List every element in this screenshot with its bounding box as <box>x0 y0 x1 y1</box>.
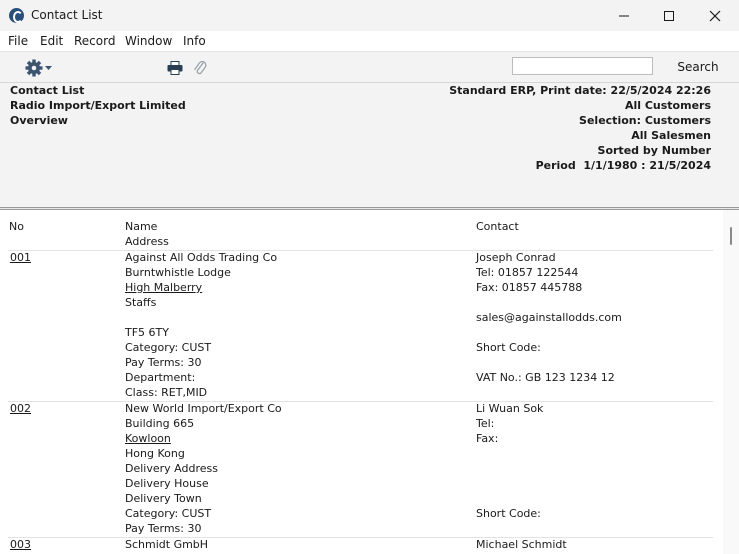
menu-file[interactable]: File <box>8 34 28 48</box>
vertical-scrollbar[interactable] <box>723 210 739 554</box>
scrollbar-thumb[interactable] <box>730 227 732 245</box>
window-title: Contact List <box>31 8 103 22</box>
customer-name: Schmidt GmbH <box>125 538 209 551</box>
menu-record[interactable]: Record <box>74 34 115 48</box>
column-header-no: No <box>9 220 24 233</box>
short-code: Short Code: <box>476 341 541 354</box>
email: sales@againstallodds.com <box>476 311 622 324</box>
minimize-icon <box>619 15 629 16</box>
printer-icon <box>167 61 183 75</box>
print-button[interactable] <box>167 61 183 78</box>
telephone: Tel: 01857 122544 <box>476 266 579 279</box>
app-icon <box>9 8 24 23</box>
maximize-button[interactable] <box>646 0 692 31</box>
title-bar: Contact List <box>0 0 739 31</box>
minimize-button[interactable] <box>601 0 647 31</box>
row-separator <box>8 537 713 538</box>
record-number-link[interactable]: 001 <box>10 251 31 264</box>
maximize-icon <box>664 10 674 21</box>
record-number-link[interactable]: 002 <box>10 402 31 415</box>
telephone: Tel: <box>476 417 495 430</box>
contact-name: Li Wuan Sok <box>476 402 544 415</box>
delivery-address: Delivery Address <box>125 462 218 475</box>
search-input[interactable] <box>512 57 653 75</box>
delivery-address: Delivery House <box>125 477 209 490</box>
report-mode: Overview <box>10 114 68 127</box>
address-line-link[interactable]: High Malberry <box>125 281 202 294</box>
paperclip-icon <box>194 60 207 75</box>
header-separator <box>8 250 713 251</box>
report-body: No Name Address Contact 001 Against All … <box>0 210 739 554</box>
fax: Fax: 01857 445788 <box>476 281 583 294</box>
address-line: Burntwhistle Lodge <box>125 266 231 279</box>
class: Class: RET,MID <box>125 386 208 399</box>
report-title: Contact List <box>10 84 85 97</box>
postcode: TF5 6TY <box>125 326 169 339</box>
column-header-address: Address <box>125 235 169 248</box>
department: Department: <box>125 371 196 384</box>
contact-name: Joseph Conrad <box>476 251 556 264</box>
address-line: Building 665 <box>125 417 195 430</box>
category: Category: CUST <box>125 507 212 520</box>
contact-name: Michael Schmidt <box>476 538 567 551</box>
address-line: Staffs <box>125 296 157 309</box>
short-code: Short Code: <box>476 507 541 520</box>
report-header: Contact List Radio Import/Export Limited… <box>0 83 739 207</box>
address-line: Hong Kong <box>125 447 185 460</box>
operations-menu-button[interactable] <box>25 58 55 78</box>
gear-icon <box>25 59 52 77</box>
menu-window[interactable]: Window <box>125 34 172 48</box>
chevron-down-icon <box>45 66 52 70</box>
vat-number: VAT No.: GB 123 1234 12 <box>476 371 615 384</box>
close-button[interactable] <box>692 0 738 31</box>
column-header-name: Name <box>125 220 158 233</box>
pay-terms: Pay Terms: 30 <box>125 522 202 535</box>
pay-terms: Pay Terms: 30 <box>125 356 202 369</box>
row-separator <box>8 401 713 402</box>
selection-info: Selection: Customers <box>579 114 711 127</box>
sort-info: Sorted by Number <box>597 144 711 157</box>
menu-bar: File Edit Record Window Info <box>0 31 739 51</box>
category: Category: CUST <box>125 341 212 354</box>
salesmen-filter: All Salesmen <box>631 129 711 142</box>
attach-button[interactable] <box>193 59 207 80</box>
toolbar: Search <box>0 51 739 83</box>
company-name: Radio Import/Export Limited <box>10 99 186 112</box>
menu-info[interactable]: Info <box>183 34 206 48</box>
fax: Fax: <box>476 432 499 445</box>
close-icon <box>709 10 721 21</box>
delivery-address: Delivery Town <box>125 492 202 505</box>
menu-edit[interactable]: Edit <box>40 34 63 48</box>
customer-name: Against All Odds Trading Co <box>125 251 278 264</box>
customer-filter: All Customers <box>624 99 711 112</box>
customer-name: New World Import/Export Co <box>125 402 282 415</box>
period-info: Period 1/1/1980 : 21/5/2024 <box>535 159 711 172</box>
record-number-link[interactable]: 003 <box>10 538 31 551</box>
address-line-link[interactable]: Kowloon <box>125 432 171 445</box>
column-header-contact: Contact <box>476 220 519 233</box>
print-info: Standard ERP, Print date: 22/5/2024 22:2… <box>449 84 711 97</box>
search-button[interactable]: Search <box>671 58 725 76</box>
